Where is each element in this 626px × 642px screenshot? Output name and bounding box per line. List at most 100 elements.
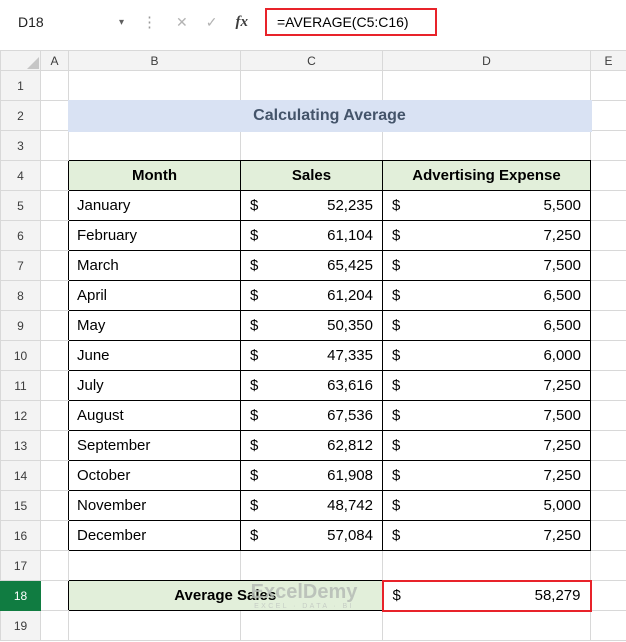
sales-cell[interactable]: $47,335 [240, 340, 383, 371]
expense-header-cell[interactable]: Advertising Expense [382, 160, 591, 191]
cell[interactable] [240, 610, 383, 641]
row-header[interactable]: 16 [0, 520, 41, 551]
more-options-icon[interactable]: ⋮ [142, 13, 157, 31]
cell[interactable] [590, 430, 626, 461]
month-cell[interactable]: May [68, 310, 241, 341]
cell[interactable] [40, 250, 69, 281]
cell[interactable] [590, 130, 626, 161]
sales-cell[interactable]: $50,350 [240, 310, 383, 341]
cell[interactable] [240, 130, 383, 161]
formula-input[interactable]: =AVERAGE(C5:C16) [264, 8, 437, 36]
sales-cell[interactable]: $67,536 [240, 400, 383, 431]
column-header-e[interactable]: E [590, 50, 626, 71]
month-cell[interactable]: October [68, 460, 241, 491]
row-header[interactable]: 11 [0, 370, 41, 401]
cell[interactable] [40, 130, 69, 161]
cell[interactable] [590, 220, 626, 251]
row-header[interactable]: 8 [0, 280, 41, 311]
month-cell[interactable]: April [68, 280, 241, 311]
average-sales-label-cell[interactable]: Average Sales [68, 580, 383, 611]
cell[interactable] [590, 160, 626, 191]
row-header[interactable]: 17 [0, 550, 41, 581]
sales-cell[interactable]: $48,742 [240, 490, 383, 521]
cell[interactable] [590, 190, 626, 221]
cell[interactable] [590, 70, 626, 101]
cell[interactable] [240, 550, 383, 581]
row-header[interactable]: 3 [0, 130, 41, 161]
cell[interactable] [40, 310, 69, 341]
cell[interactable] [382, 70, 591, 101]
cell[interactable] [40, 160, 69, 191]
insert-function-icon[interactable]: fx [235, 14, 248, 31]
month-cell[interactable]: July [68, 370, 241, 401]
cell[interactable] [40, 490, 69, 521]
sheet-title-cell[interactable]: Calculating Average [67, 99, 592, 132]
average-sales-value-cell[interactable]: $58,279 [381, 579, 592, 612]
cell[interactable] [240, 70, 383, 101]
cell[interactable] [68, 130, 241, 161]
cell[interactable] [590, 310, 626, 341]
sales-cell[interactable]: $61,204 [240, 280, 383, 311]
row-header[interactable]: 19 [0, 610, 41, 641]
cell[interactable] [590, 250, 626, 281]
cell[interactable] [40, 430, 69, 461]
cell[interactable] [40, 400, 69, 431]
cell[interactable] [590, 490, 626, 521]
month-cell[interactable]: November [68, 490, 241, 521]
expense-cell[interactable]: $6,500 [382, 310, 591, 341]
month-cell[interactable]: February [68, 220, 241, 251]
row-header[interactable]: 6 [0, 220, 41, 251]
cell[interactable] [590, 280, 626, 311]
row-header-18[interactable]: 18 [0, 580, 41, 611]
expense-cell[interactable]: $7,250 [382, 520, 591, 551]
month-cell[interactable]: March [68, 250, 241, 281]
row-header[interactable]: 1 [0, 70, 41, 101]
row-header[interactable]: 7 [0, 250, 41, 281]
chevron-down-icon[interactable]: ▾ [119, 17, 124, 28]
cancel-icon[interactable]: ✕ [176, 14, 188, 31]
cell[interactable] [68, 610, 241, 641]
row-header[interactable]: 14 [0, 460, 41, 491]
cell[interactable] [382, 610, 591, 641]
cell[interactable] [40, 610, 69, 641]
enter-icon[interactable]: ✓ [206, 14, 218, 31]
row-header[interactable]: 9 [0, 310, 41, 341]
row-header[interactable]: 13 [0, 430, 41, 461]
cell[interactable] [590, 370, 626, 401]
month-cell[interactable]: January [68, 190, 241, 221]
month-cell[interactable]: September [68, 430, 241, 461]
row-header[interactable]: 12 [0, 400, 41, 431]
month-header-cell[interactable]: Month [68, 160, 241, 191]
row-header[interactable]: 2 [0, 100, 41, 131]
row-header[interactable]: 4 [0, 160, 41, 191]
sales-cell[interactable]: $61,104 [240, 220, 383, 251]
cell[interactable] [590, 400, 626, 431]
sales-cell[interactable]: $63,616 [240, 370, 383, 401]
sales-cell[interactable]: $57,084 [240, 520, 383, 551]
sales-cell[interactable]: $52,235 [240, 190, 383, 221]
cell[interactable] [590, 520, 626, 551]
cell[interactable] [40, 520, 69, 551]
cell[interactable] [40, 370, 69, 401]
cell[interactable] [40, 280, 69, 311]
cell[interactable] [590, 460, 626, 491]
sales-cell[interactable]: $61,908 [240, 460, 383, 491]
sales-cell[interactable]: $62,812 [240, 430, 383, 461]
expense-cell[interactable]: $5,000 [382, 490, 591, 521]
row-header[interactable]: 15 [0, 490, 41, 521]
select-all-button[interactable] [0, 50, 41, 71]
expense-cell[interactable]: $7,250 [382, 370, 591, 401]
expense-cell[interactable]: $7,250 [382, 430, 591, 461]
cell[interactable] [590, 580, 626, 611]
expense-cell[interactable]: $7,250 [382, 220, 591, 251]
cell[interactable] [590, 550, 626, 581]
sales-header-cell[interactable]: Sales [240, 160, 383, 191]
cell[interactable] [590, 100, 626, 131]
column-header-d[interactable]: D [382, 50, 591, 71]
cell[interactable] [40, 100, 69, 131]
cell[interactable] [382, 550, 591, 581]
cell[interactable] [40, 340, 69, 371]
cell[interactable] [382, 130, 591, 161]
expense-cell[interactable]: $5,500 [382, 190, 591, 221]
cell[interactable] [40, 70, 69, 101]
